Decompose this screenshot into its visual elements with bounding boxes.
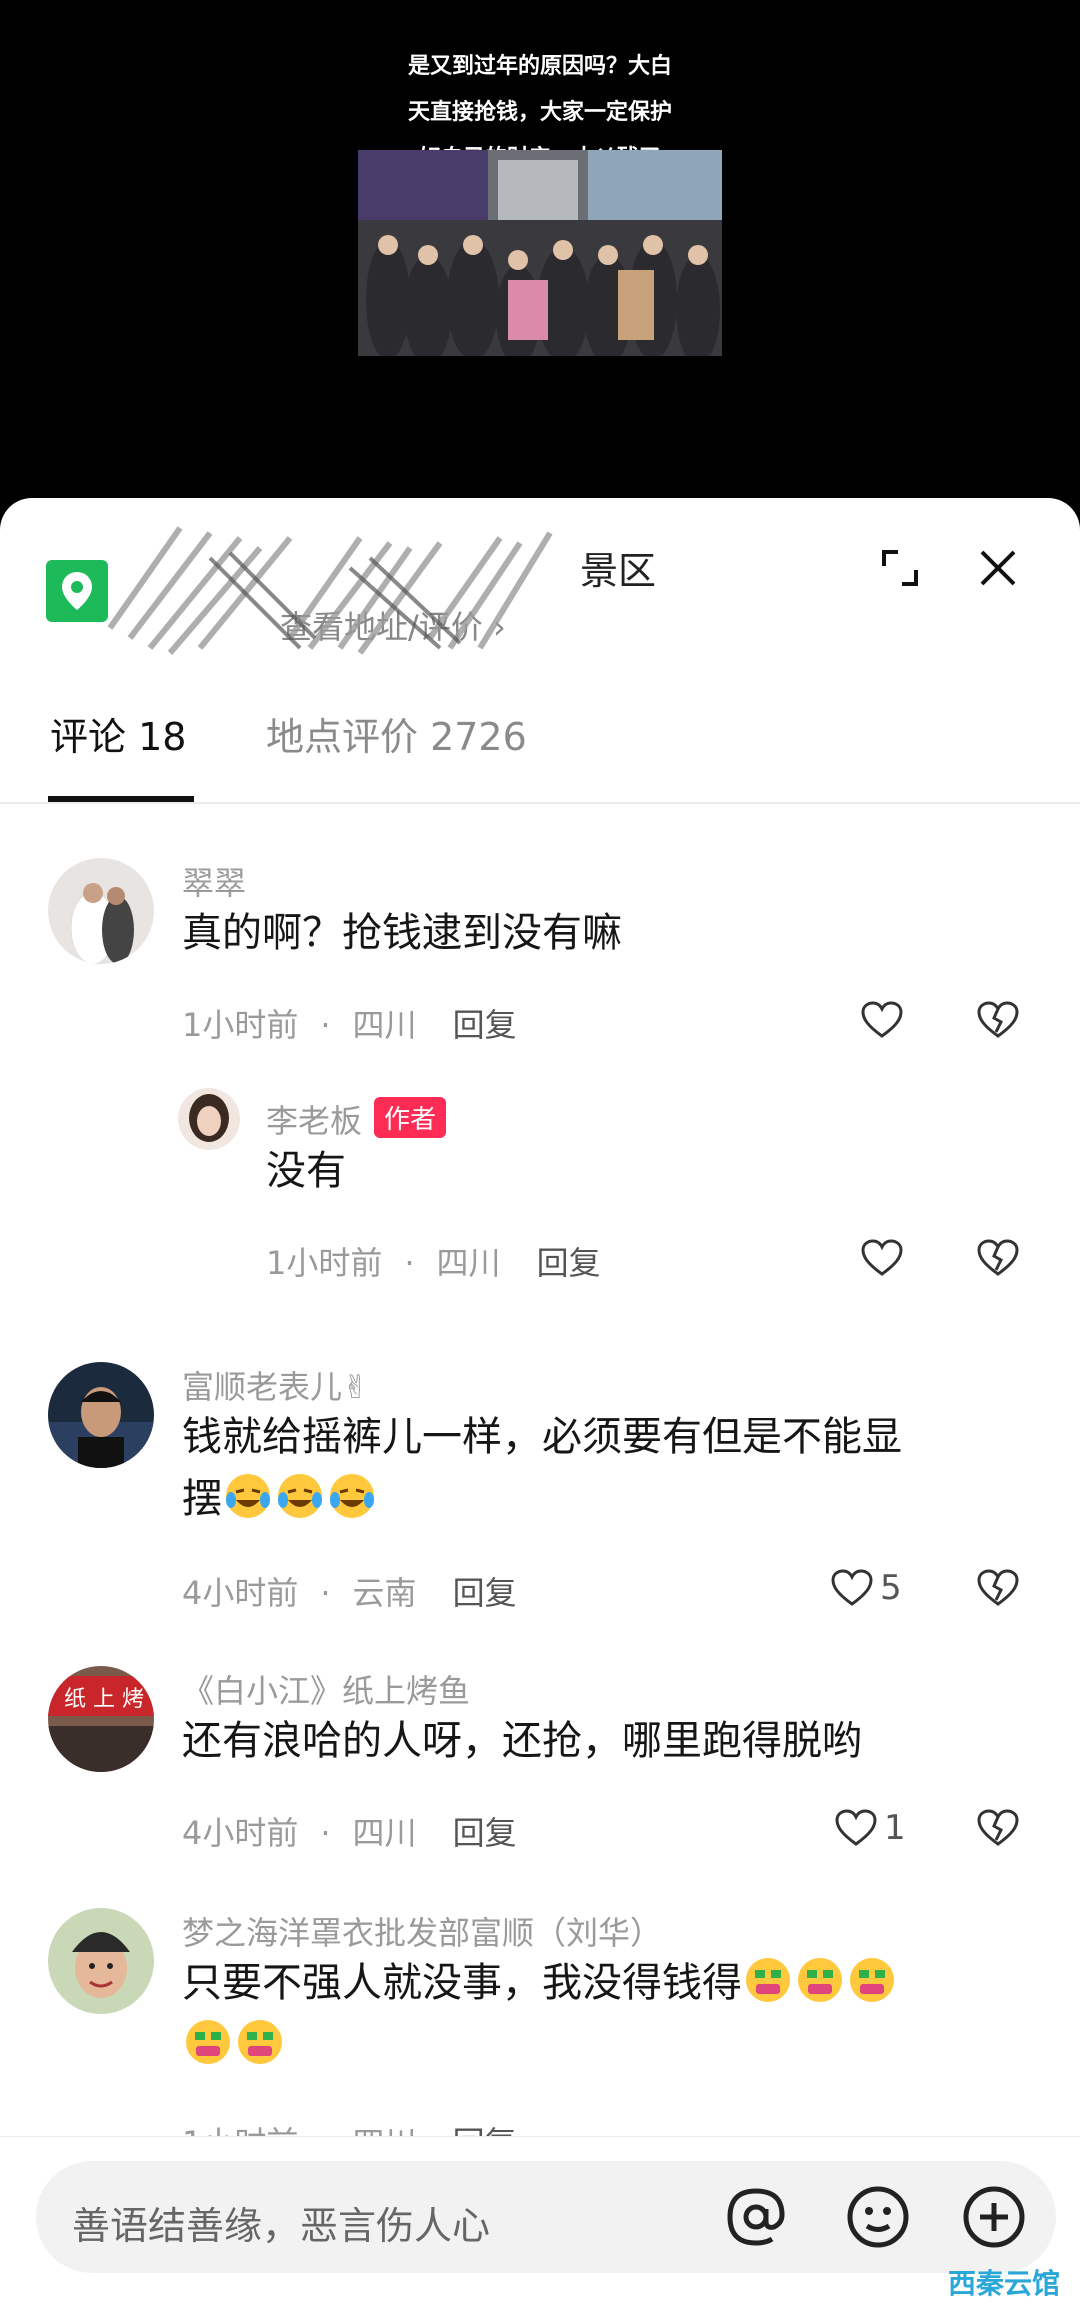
dislike-icon[interactable] bbox=[976, 1568, 1020, 1608]
reply-button[interactable]: 回复 bbox=[453, 1814, 517, 1852]
reply-button[interactable]: 回复 bbox=[453, 1006, 517, 1044]
location-pin-icon bbox=[46, 560, 108, 622]
heart-icon bbox=[861, 1001, 903, 1038]
comment-meta: 1小时前·四川回复 bbox=[266, 1244, 601, 1282]
tab-comments[interactable]: 评论 18 bbox=[50, 706, 186, 761]
money-mouth-emoji-icon bbox=[746, 1958, 790, 2002]
money-mouth-emoji-icon bbox=[186, 2020, 230, 2064]
comment-text: 钱就给摇裤儿一样，必须要有但是不能显 摆 bbox=[182, 1414, 902, 1522]
comment-sheet: 景区 查看地址/评价 › 评论 18 地点评价 2726 翠翠 真的啊？抢钱逮到… bbox=[0, 498, 1080, 2304]
comment-text: 还有浪哈的人呀，还抢，哪里跑得脱哟 bbox=[182, 1718, 862, 1764]
like-button[interactable]: 5 bbox=[830, 1568, 902, 1608]
comment-author[interactable]: 富顺老表儿✌ bbox=[182, 1362, 369, 1408]
comment-author[interactable]: 翠翠 bbox=[182, 858, 246, 904]
heart-icon bbox=[861, 1239, 903, 1276]
comment-input-bar: 善语结善缘，恶言伤人心 bbox=[0, 2136, 1080, 2304]
like-button[interactable] bbox=[860, 1000, 904, 1040]
comment-text: 只要不强人就没事，我没得钱得 bbox=[182, 1952, 1022, 2076]
plus-icon[interactable] bbox=[958, 2181, 1030, 2253]
comment-text: 真的啊？抢钱逮到没有嘛 bbox=[182, 910, 622, 956]
expand-icon[interactable] bbox=[876, 544, 924, 592]
comment-meta: 1小时前·四川回复 bbox=[182, 1006, 517, 1044]
avatar[interactable] bbox=[48, 1908, 154, 2014]
redaction-scribble bbox=[107, 526, 553, 655]
close-icon[interactable] bbox=[974, 544, 1022, 592]
avatar[interactable] bbox=[48, 1362, 154, 1468]
mention-at-icon[interactable] bbox=[720, 2181, 792, 2253]
location-header[interactable]: 景区 查看地址/评价 › bbox=[0, 498, 1080, 658]
money-mouth-emoji-icon bbox=[238, 2020, 282, 2064]
avatar[interactable] bbox=[178, 1088, 240, 1150]
tab-indicator bbox=[48, 796, 194, 802]
like-count: 1 bbox=[884, 1808, 906, 1848]
comment-author[interactable]: 李老板 作者 bbox=[266, 1096, 447, 1142]
comment-author[interactable]: 梦之海洋罩衣批发部富顺（刘华） bbox=[182, 1908, 662, 1954]
tab-bar: 评论 18 地点评价 2726 bbox=[0, 688, 1080, 804]
heart-icon bbox=[835, 1809, 877, 1846]
heart-icon bbox=[831, 1569, 873, 1606]
like-count: 5 bbox=[880, 1568, 902, 1608]
laugh-cry-emoji-icon bbox=[330, 1474, 374, 1518]
comment-input-placeholder: 善语结善缘，恶言伤人心 bbox=[72, 2204, 491, 2248]
reply-button[interactable]: 回复 bbox=[537, 1244, 601, 1282]
laugh-cry-emoji-icon bbox=[226, 1474, 270, 1518]
watermark-text: 西秦云馆 bbox=[948, 2267, 1061, 2300]
reply-button[interactable]: 回复 bbox=[453, 1574, 517, 1612]
comment-author[interactable]: 《白小江》纸上烤鱼 bbox=[182, 1666, 470, 1712]
laugh-cry-emoji-icon bbox=[278, 1474, 322, 1518]
video-thumbnail bbox=[358, 150, 722, 356]
like-button[interactable]: 1 bbox=[834, 1808, 906, 1848]
author-badge: 作者 bbox=[374, 1097, 447, 1138]
svg-text:纸 上 烤: 纸 上 烤 bbox=[64, 1687, 144, 1712]
comment-meta: 4小时前 · 四川 回复 bbox=[182, 1814, 517, 1852]
emoji-icon[interactable] bbox=[842, 2181, 914, 2253]
money-mouth-emoji-icon bbox=[850, 1958, 894, 2002]
avatar[interactable] bbox=[48, 858, 154, 964]
video-player[interactable]: 是又到过年的原因吗？大白 天直接抢钱，大家一定保护 好自己的财产，太凶残了 bbox=[0, 0, 1080, 500]
dislike-icon[interactable] bbox=[976, 1238, 1020, 1278]
like-button[interactable] bbox=[860, 1238, 904, 1278]
dislike-icon[interactable] bbox=[976, 1000, 1020, 1040]
money-mouth-emoji-icon bbox=[798, 1958, 842, 2002]
tab-location-reviews[interactable]: 地点评价 2726 bbox=[266, 706, 527, 761]
comment-text: 没有 bbox=[266, 1148, 346, 1194]
comment-meta: 4小时前 · 云南 回复 bbox=[182, 1574, 517, 1612]
avatar[interactable]: 纸 上 烤 bbox=[48, 1666, 154, 1772]
dislike-icon[interactable] bbox=[976, 1808, 1020, 1848]
